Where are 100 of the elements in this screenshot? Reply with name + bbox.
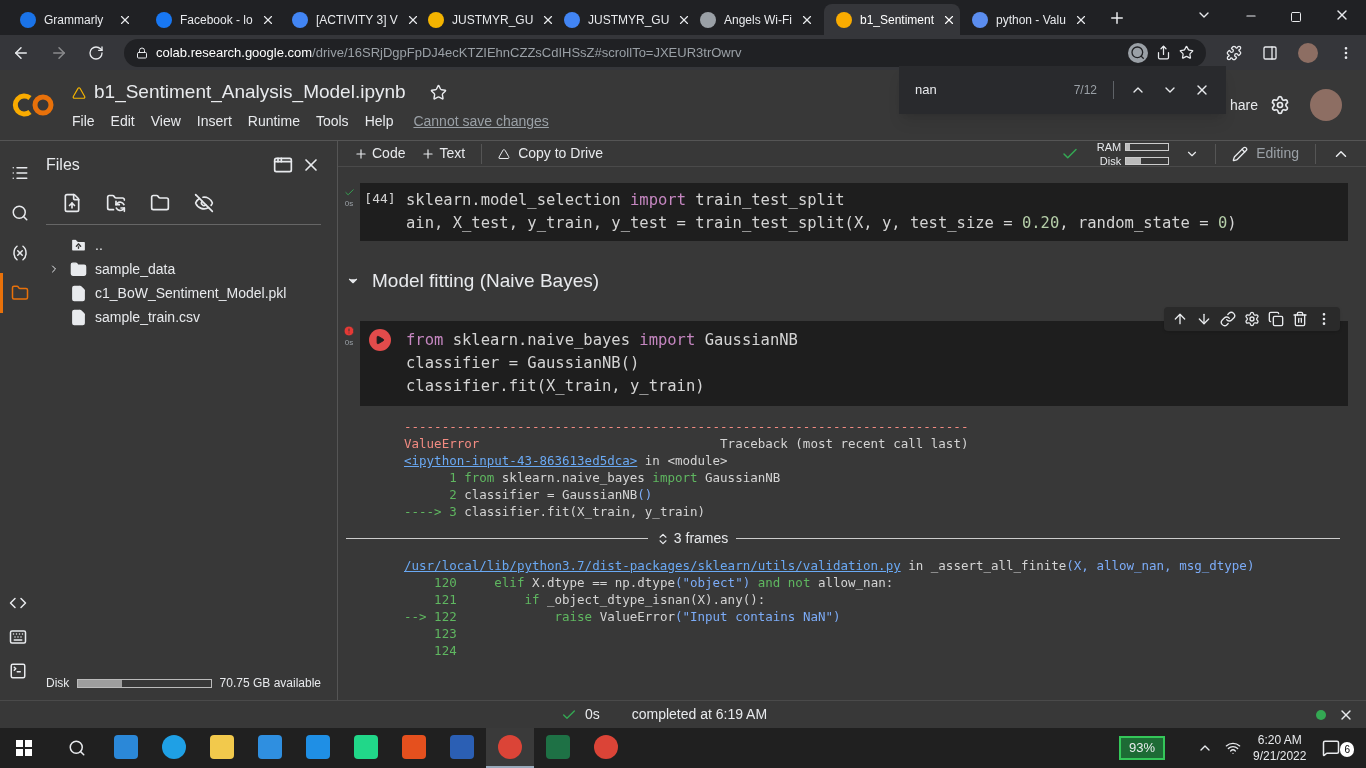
menu-item[interactable]: Runtime (247, 110, 300, 132)
app-icon (594, 735, 618, 759)
app-icon (498, 735, 522, 759)
move-up-icon[interactable] (1172, 311, 1188, 327)
add-cell-button[interactable]: Code (354, 143, 406, 164)
menu-item[interactable]: View (150, 110, 181, 132)
menu-item[interactable]: Insert (196, 110, 232, 132)
taskbar-app[interactable] (486, 728, 534, 768)
logo (12, 92, 56, 118)
settings-icon[interactable] (1244, 311, 1260, 327)
section-heading: Model fitting (Naive Bayes) (372, 268, 600, 293)
app-icon (354, 735, 378, 759)
menu-item[interactable]: Edit (110, 110, 135, 132)
output-line: 120 elif X.dtype == np.dtype("object") and not allow_nan: (433, 574, 895, 591)
search-icon[interactable] (68, 739, 86, 757)
eye-off-icon[interactable] (194, 192, 214, 213)
run-time: 0s (584, 705, 600, 724)
bookmark-icon[interactable] (1179, 45, 1194, 60)
code-line: sklearn.model_selection import train_test_split (406, 190, 846, 211)
output-line: 2 classifier = GaussianNB() (448, 486, 654, 503)
extensions-icon[interactable] (1226, 44, 1242, 61)
browser-tab[interactable]: Angels Wi-Fi (688, 4, 824, 35)
tab-title: JUSTMYR_GU (452, 11, 534, 29)
find-field[interactable]: nan (915, 80, 1074, 100)
code-line: classifier = GaussianNB() (406, 353, 641, 374)
save-notice-link[interactable]: Cannot save changes (413, 110, 549, 132)
tab-title: Grammarly (44, 11, 105, 29)
copy-to-drive-button[interactable]: Copy to Drive (498, 143, 603, 164)
side-panel-icon[interactable] (1262, 44, 1278, 61)
play-icon (375, 335, 385, 345)
output-line: --------------------------------------------------------------------------- (404, 418, 970, 435)
panel-title: Files (46, 155, 81, 175)
notification-button[interactable]: 6 (1322, 739, 1354, 757)
star-icon[interactable] (429, 84, 447, 101)
code-line: ain, X_test, y_train, y_test = train_test_split(X, y, test_size = 0.20, random_state = 0) (406, 213, 1238, 234)
menu-item[interactable]: File (72, 110, 95, 132)
tab-title: Facebook - lo (180, 11, 253, 29)
mirror-icon[interactable] (1268, 311, 1284, 327)
app-icon (114, 735, 138, 759)
app-icon (306, 735, 330, 759)
output-line: ----> 3 classifier.fit(X_train, y_train) (404, 503, 707, 520)
address-field[interactable]: colab.research.google.com/drive/16SRjDgpFpDJ4ecKTZIEhnCZZsCdIHSsZ#scrollTo=JXEUR3trOwrv (124, 38, 1206, 67)
browser-tab[interactable]: Grammarly (8, 4, 144, 35)
share-icon[interactable] (1156, 45, 1171, 60)
new-tab-icon[interactable] (1108, 9, 1126, 27)
lens-icon[interactable] (1128, 42, 1148, 63)
app-icon (546, 735, 570, 759)
notebook-title[interactable]: b1_Sentiment_Analysis_Model.ipynb (94, 78, 406, 107)
delete-icon[interactable] (1292, 311, 1308, 327)
execution-count: [44] (364, 190, 396, 208)
link-icon[interactable] (1220, 311, 1236, 327)
plus-icon (354, 146, 368, 161)
settings-icon[interactable] (1270, 95, 1290, 115)
browser-tab[interactable]: JUSTMYR_GU (416, 4, 552, 35)
run-time: 0s (344, 198, 354, 210)
disk-label: Disk (46, 675, 70, 692)
code-line: from sklearn.naive_bayes import GaussianNB (406, 330, 799, 351)
editing-button[interactable]: Editing (1232, 143, 1299, 164)
tab-title: b1_Sentiment (860, 11, 935, 29)
folder-icon[interactable] (10, 284, 29, 302)
move-down-icon[interactable] (1196, 311, 1212, 327)
tab-title: Angels Wi-Fi (724, 11, 792, 29)
menu-item[interactable]: Help (364, 110, 394, 132)
avatar[interactable] (1310, 89, 1342, 121)
resource-label: RAM (1095, 139, 1122, 154)
share-button[interactable]: hare (1229, 94, 1258, 116)
start-icon[interactable] (16, 740, 32, 756)
tab-title: [ACTIVITY 3] V (316, 11, 398, 29)
terminal-icon[interactable] (9, 662, 27, 680)
message-icon (1322, 739, 1341, 757)
file-name[interactable]: c1_BoW_Sentiment_Model.pkl (95, 282, 287, 304)
browser-tab[interactable]: JUSTMYR_GU (552, 4, 688, 35)
maximize-icon[interactable] (1290, 11, 1302, 23)
search-icon[interactable] (10, 204, 29, 222)
file-name[interactable]: sample_data (95, 258, 176, 280)
battery-indicator: 93% (1119, 736, 1166, 760)
browser-tab[interactable]: Facebook - lo (144, 4, 280, 35)
file-name[interactable]: .. (95, 234, 103, 256)
browser-tab[interactable]: [ACTIVITY 3] V (280, 4, 416, 35)
menu-item[interactable]: Tools (315, 110, 349, 132)
reload-icon[interactable] (88, 44, 104, 61)
frames-toggle[interactable]: 3 frames (655, 528, 729, 549)
keyboard-icon[interactable] (9, 628, 27, 646)
file-name[interactable]: sample_train.csv (95, 306, 201, 328)
output-line: 124 (433, 642, 458, 659)
add-cell-button[interactable]: Text (421, 143, 466, 164)
list-icon[interactable] (10, 164, 29, 182)
app-icon (450, 735, 474, 759)
output-line: 121 if _object_dtype_isnan(X).any(): (433, 591, 767, 608)
upload-icon[interactable] (62, 192, 82, 213)
url-text: colab.research.google.com/drive/16SRjDgpFpDJ4ecKTZIEhnCZZsCdIHSsZ#scrollTo=JXEUR3trOwrv (156, 43, 743, 62)
status-text: completed at 6:19 AM (631, 705, 768, 724)
window-icon[interactable] (273, 155, 293, 175)
run-button[interactable] (369, 329, 391, 351)
clock-time: 6:20 AM (1257, 732, 1302, 748)
browser-tab[interactable]: b1_Sentiment (824, 4, 960, 35)
browser-tab[interactable]: python - Valu (960, 4, 1096, 35)
folder-refresh-icon[interactable] (106, 192, 126, 213)
avatar[interactable] (1298, 42, 1318, 63)
variable-icon[interactable] (10, 244, 29, 262)
